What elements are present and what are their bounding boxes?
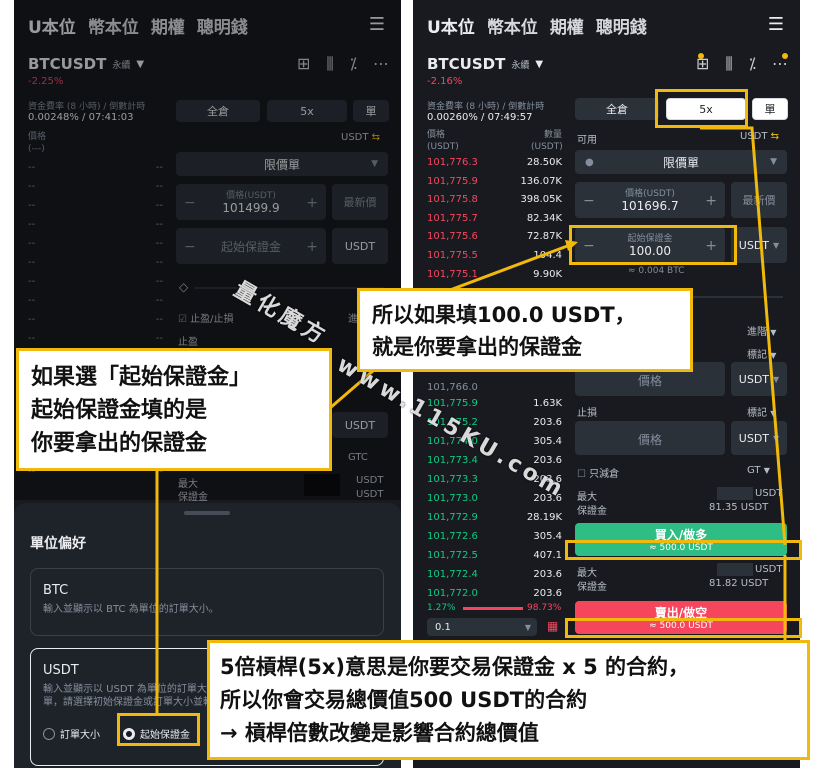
callout-middle: 所以如果填100.0 USDT， 就是你要拿出的保證金 [357, 288, 693, 372]
highlight-buy-value [565, 540, 802, 560]
callout-text: 起始保證金填的是 [31, 398, 208, 423]
highlight-leverage [655, 89, 748, 128]
callout-text: → 槓桿倍數改變是影響合約總價值 [220, 721, 539, 745]
callout-text: 所以如果填100.0 USDT， [372, 303, 636, 327]
callout-left: 如果選「起始保證金」 起始保證金填的是 你要拿出的保證金 [16, 348, 332, 471]
callout-text: 所以你會交易總價值500 USDT的合約 [220, 688, 588, 712]
callout-text: 如果選「起始保證金」 [31, 365, 252, 390]
arrow-line [449, 243, 571, 292]
highlight-initial-margin-radio [117, 713, 200, 746]
callout-text: 5倍槓桿(5x)意思是你要交易保證金 x 5 的合約， [220, 655, 690, 679]
callout-bottom: 5倍槓桿(5x)意思是你要交易保證金 x 5 的合約， 所以你會交易總價值500… [207, 640, 810, 760]
arrow-line [700, 126, 787, 546]
callout-text: 就是你要拿出的保證金 [372, 335, 582, 359]
callout-text: 你要拿出的保證金 [31, 431, 208, 456]
highlight-sell-value [565, 618, 802, 638]
highlight-initial-margin-input [569, 225, 737, 265]
